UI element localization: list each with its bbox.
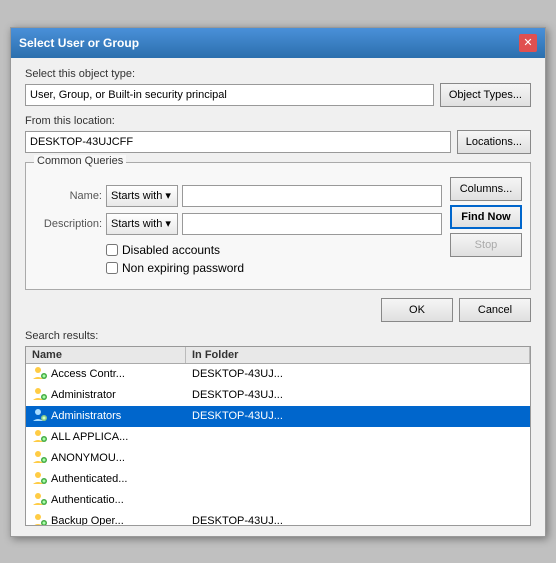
results-wrapper: Name In Folder Access Contr... DESKTOP-4… <box>25 346 531 526</box>
cell-name: Access Contr... <box>26 365 186 384</box>
desc-query-label: Description: <box>34 218 102 230</box>
disabled-accounts-label: Disabled accounts <box>122 243 220 257</box>
common-queries-group: Common Queries Name: Starts with ▾ <box>25 162 531 290</box>
cell-name: Administrators <box>26 407 186 426</box>
search-results-label: Search results: <box>25 330 531 342</box>
cell-name: ANONYMOU... <box>26 449 186 468</box>
location-row: Locations... <box>25 130 531 154</box>
cell-folder <box>186 457 530 459</box>
object-type-label: Select this object type: <box>25 68 531 80</box>
object-type-input[interactable] <box>25 84 434 106</box>
user-icon <box>32 513 48 526</box>
desc-query-input[interactable] <box>182 213 442 235</box>
table-row[interactable]: Administrators DESKTOP-43UJ... <box>26 406 530 427</box>
cell-folder: DESKTOP-43UJ... <box>186 388 530 402</box>
common-queries-title: Common Queries <box>34 155 126 167</box>
location-input[interactable] <box>25 131 451 153</box>
cancel-button[interactable]: Cancel <box>459 298 531 322</box>
col-header-name: Name <box>26 347 186 363</box>
table-row[interactable]: Access Contr... DESKTOP-43UJ... <box>26 364 530 385</box>
non-expiring-row: Non expiring password <box>106 261 442 275</box>
table-row[interactable]: Authenticated... <box>26 469 530 490</box>
cell-name: Backup Oper... <box>26 512 186 526</box>
title-bar: Select User or Group ✕ <box>11 28 545 58</box>
table-row[interactable]: Backup Oper... DESKTOP-43UJ... <box>26 511 530 526</box>
cell-folder <box>186 499 530 501</box>
cell-name: Administrator <box>26 386 186 405</box>
table-row[interactable]: ANONYMOU... <box>26 448 530 469</box>
query-right-buttons: Columns... Find Now Stop <box>450 177 522 279</box>
select-user-group-dialog: Select User or Group ✕ Select this objec… <box>10 27 546 537</box>
object-types-button[interactable]: Object Types... <box>440 83 531 107</box>
cell-name: Authenticatio... <box>26 491 186 510</box>
user-icon <box>32 471 48 488</box>
object-type-row: Object Types... <box>25 83 531 107</box>
bottom-buttons: OK Cancel <box>25 298 531 322</box>
user-icon <box>32 387 48 404</box>
stop-button[interactable]: Stop <box>450 233 522 257</box>
dialog-title: Select User or Group <box>19 36 139 50</box>
results-header: Name In Folder <box>26 347 530 364</box>
results-body: Access Contr... DESKTOP-43UJ... Administ… <box>26 364 530 526</box>
close-button[interactable]: ✕ <box>519 34 537 52</box>
cell-name: Authenticated... <box>26 470 186 489</box>
desc-query-row: Description: Starts with ▾ <box>34 213 442 235</box>
disabled-accounts-checkbox[interactable] <box>106 244 118 256</box>
name-query-row: Name: Starts with ▾ <box>34 185 442 207</box>
cell-folder <box>186 436 530 438</box>
cell-name: ALL APPLICA... <box>26 428 186 447</box>
user-icon <box>32 408 48 425</box>
name-dropdown[interactable]: Starts with ▾ <box>106 185 178 207</box>
ok-button[interactable]: OK <box>381 298 453 322</box>
table-row[interactable]: Administrator DESKTOP-43UJ... <box>26 385 530 406</box>
location-label: From this location: <box>25 115 531 127</box>
user-icon <box>32 429 48 446</box>
find-now-button[interactable]: Find Now <box>450 205 522 229</box>
cell-folder: DESKTOP-43UJ... <box>186 409 530 423</box>
desc-dropdown[interactable]: Starts with ▾ <box>106 213 178 235</box>
cell-folder: DESKTOP-43UJ... <box>186 367 530 381</box>
cell-folder <box>186 478 530 480</box>
non-expiring-label: Non expiring password <box>122 261 244 275</box>
user-icon <box>32 492 48 509</box>
name-query-input[interactable] <box>182 185 442 207</box>
table-row[interactable]: ALL APPLICA... <box>26 427 530 448</box>
user-icon <box>32 450 48 467</box>
results-table[interactable]: Name In Folder Access Contr... DESKTOP-4… <box>25 346 531 526</box>
col-header-folder: In Folder <box>186 347 530 363</box>
table-row[interactable]: Authenticatio... <box>26 490 530 511</box>
user-icon <box>32 366 48 383</box>
name-query-label: Name: <box>34 190 102 202</box>
non-expiring-checkbox[interactable] <box>106 262 118 274</box>
cell-folder: DESKTOP-43UJ... <box>186 514 530 526</box>
locations-button[interactable]: Locations... <box>457 130 531 154</box>
columns-button[interactable]: Columns... <box>450 177 522 201</box>
disabled-accounts-row: Disabled accounts <box>106 243 442 257</box>
